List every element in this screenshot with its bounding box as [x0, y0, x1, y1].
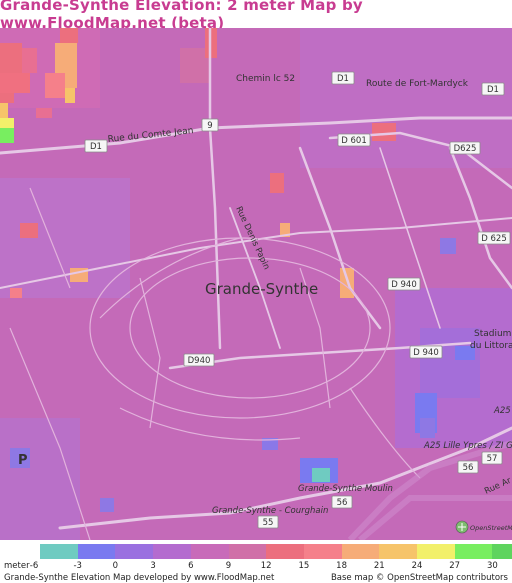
legend-tick-label: 30 — [486, 561, 498, 571]
elevation-cell — [440, 238, 456, 254]
station-label-courghain: Grande-Synthe - Courghain — [212, 506, 328, 516]
station-label-moulin: Grande-Synthe Moulin — [298, 484, 393, 494]
legend-swatch — [77, 544, 116, 559]
legend-swatch — [454, 544, 493, 559]
shield-56-b: 56 — [331, 495, 353, 509]
elevation-cell — [0, 93, 14, 103]
legend-tick-label: 12 — [260, 561, 272, 571]
shield-d625-b: D 625 — [477, 231, 511, 245]
svg-text:9: 9 — [207, 121, 212, 131]
shield-55: 55 — [257, 515, 279, 529]
elevation-cell — [372, 123, 396, 141]
shield-d1-left: D1 — [84, 139, 108, 153]
legend-tick-label: 3 — [150, 561, 156, 571]
elevation-cell — [10, 288, 22, 298]
svg-text:OpenStreetMap: OpenStreetMap — [470, 524, 512, 532]
elevation-cell — [0, 73, 30, 93]
shield-d1-right: D1 — [481, 82, 505, 96]
town-label: Grande-Synthe — [205, 280, 318, 298]
map-title-bar: Grande-Synthe Elevation: 2 meter Map by … — [0, 0, 512, 32]
svg-text:D1: D1 — [337, 74, 349, 84]
legend-swatch — [228, 544, 267, 559]
elevation-legend: Grande-Synthe Elevation Map developed by… — [0, 540, 512, 583]
terrain-patch — [420, 328, 480, 398]
shield-d1-top: D1 — [331, 71, 355, 85]
svg-text:D625: D625 — [454, 144, 477, 154]
road-label-route-fort: Route de Fort-Mardyck — [366, 79, 469, 89]
svg-text:56: 56 — [463, 463, 474, 473]
elevation-cell — [22, 48, 37, 73]
road-label-a25: A25 — [493, 406, 511, 416]
terrain-patch — [0, 418, 80, 540]
legend-tick-label: 21 — [373, 561, 385, 571]
elevation-cell — [0, 128, 14, 143]
elevation-cell — [100, 498, 114, 512]
svg-text:D 940: D 940 — [391, 280, 416, 290]
legend-swatch — [417, 544, 456, 559]
svg-text:D 601: D 601 — [341, 136, 366, 146]
shield-d940-c: D 940 — [409, 345, 443, 359]
svg-text:D 940: D 940 — [413, 348, 438, 358]
elevation-cell — [60, 28, 78, 43]
shield-9: 9 — [201, 118, 219, 132]
svg-text:57: 57 — [487, 454, 498, 464]
map-canvas: Chemin lc 52 Route de Fort-Mardyck Rue d… — [0, 28, 512, 540]
legend-swatch — [266, 544, 305, 559]
svg-text:55: 55 — [263, 518, 274, 528]
shield-d601: D 601 — [337, 133, 371, 147]
elevation-cell — [0, 118, 14, 128]
legend-swatch — [115, 544, 154, 559]
elevation-cell — [65, 88, 75, 103]
shield-d940-b: D940 — [183, 353, 215, 367]
legend-tick-label: 15 — [298, 561, 310, 571]
road-label-a25-lille: A25 Lille Ypres / ZI Gra — [423, 441, 512, 451]
legend-swatch — [40, 544, 79, 559]
shield-d625-a: D625 — [449, 141, 481, 155]
stadium-label-1: Stadium — [474, 329, 511, 339]
legend-tick-label: 18 — [336, 561, 348, 571]
legend-swatch — [492, 544, 512, 559]
legend-tick-label: 24 — [411, 561, 423, 571]
elevation-cell — [270, 173, 284, 193]
stadium-label-2: du Littoral — [470, 341, 512, 351]
elevation-map[interactable]: Chemin lc 52 Route de Fort-Mardyck Rue d… — [0, 28, 512, 540]
elevation-cell — [36, 108, 52, 118]
legend-swatch — [153, 544, 192, 559]
elevation-cell — [45, 73, 65, 98]
legend-tick-label: 9 — [225, 561, 232, 571]
elevation-cell — [0, 43, 22, 73]
elevation-cell — [420, 418, 435, 438]
parking-label: P — [18, 453, 28, 468]
svg-text:56: 56 — [337, 498, 348, 508]
elevation-cell — [312, 468, 330, 482]
svg-text:D940: D940 — [188, 356, 211, 366]
legend-tick-label: 6 — [188, 561, 194, 571]
shield-d940-a: D 940 — [387, 277, 421, 291]
legend-swatch — [341, 544, 380, 559]
legend-swatch — [190, 544, 229, 559]
shield-57: 57 — [481, 451, 503, 465]
road-label-chemin: Chemin lc 52 — [236, 74, 295, 84]
legend-tick-label: -6 — [29, 561, 39, 571]
svg-text:D1: D1 — [90, 142, 102, 152]
legend-unit-label: meter — [4, 561, 30, 571]
elevation-cell — [20, 223, 38, 238]
svg-text:D1: D1 — [487, 85, 499, 95]
svg-text:D 625: D 625 — [481, 234, 506, 244]
legend-tick-label: 27 — [449, 561, 461, 571]
legend-tick-label: -3 — [73, 561, 82, 571]
legend-swatch — [303, 544, 343, 559]
legend-tick-label: 0 — [112, 561, 119, 571]
shield-56-a: 56 — [457, 460, 479, 474]
legend-swatch — [379, 544, 418, 559]
terrain-patch — [0, 178, 130, 298]
